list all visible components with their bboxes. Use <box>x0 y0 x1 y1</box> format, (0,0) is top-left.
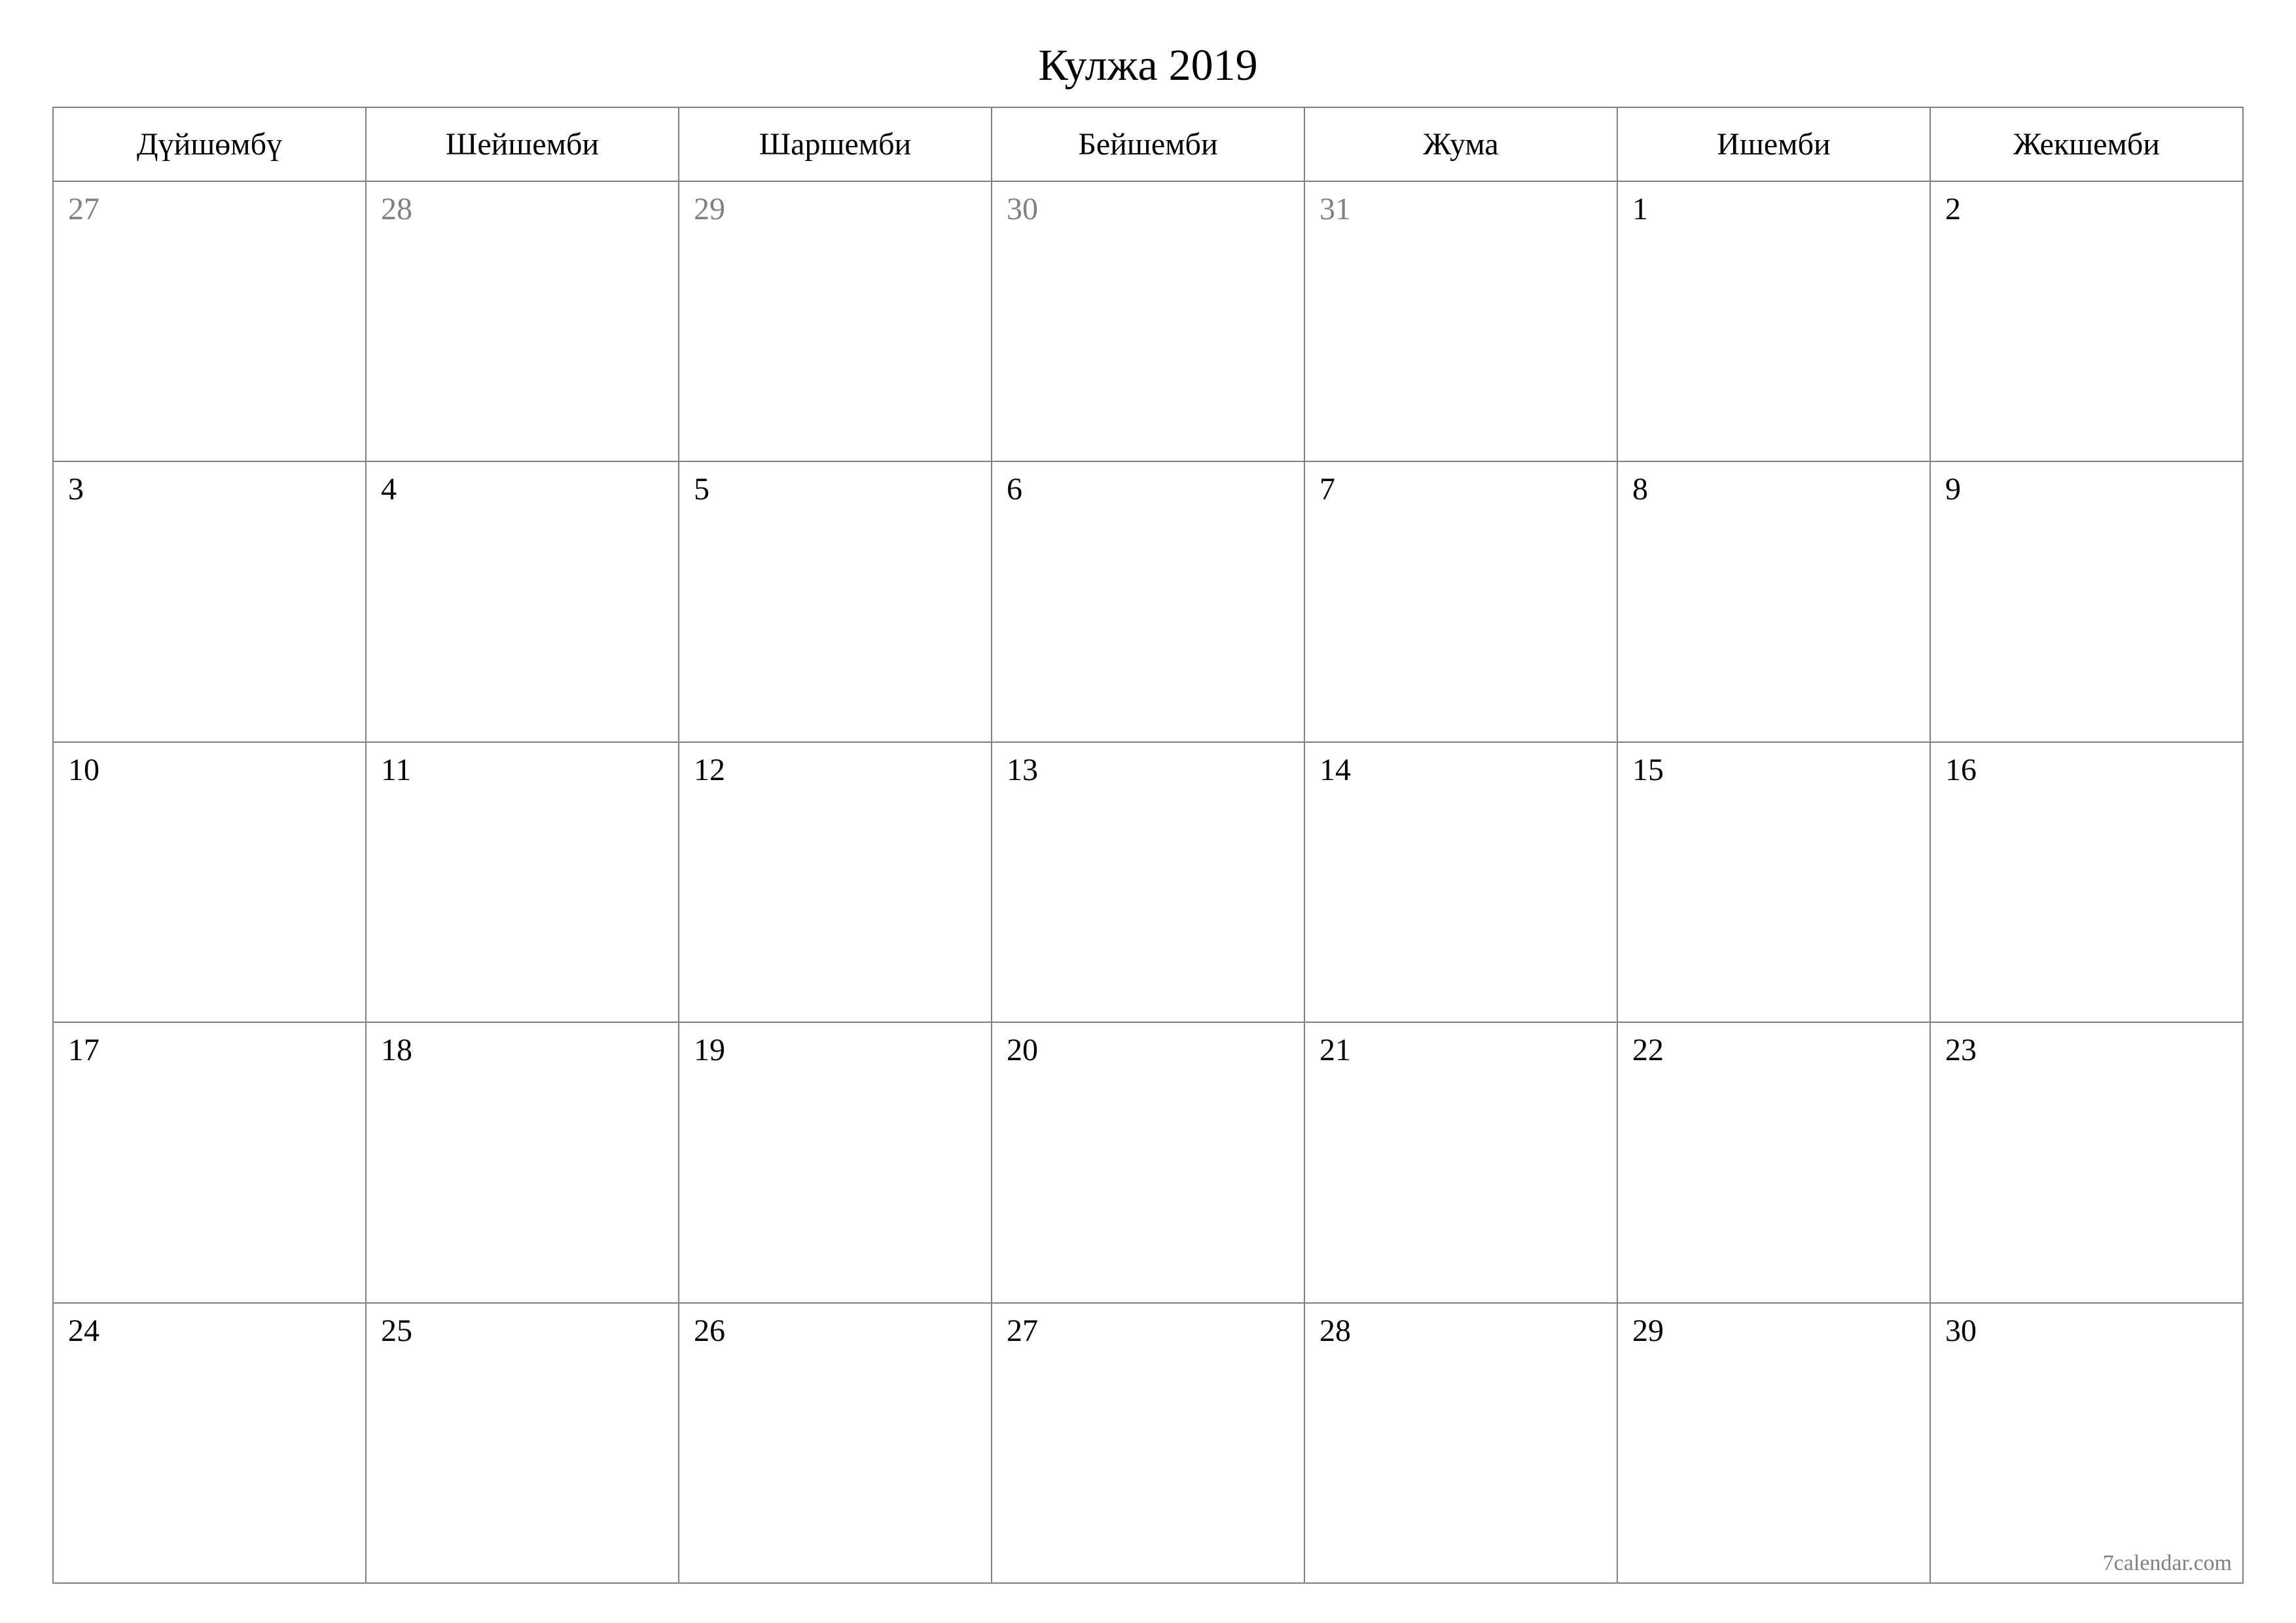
day-number: 30 <box>992 182 1304 236</box>
calendar-day-cell: 30 7calendar.com <box>1930 1303 2243 1583</box>
calendar-day-cell: 30 <box>992 181 1304 461</box>
day-number: 22 <box>1618 1023 1929 1077</box>
calendar-week-row: 3 4 5 6 7 8 9 <box>53 461 2243 741</box>
day-number: 18 <box>367 1023 678 1077</box>
calendar-day-cell: 8 <box>1617 461 1930 741</box>
calendar-day-cell: 22 <box>1617 1022 1930 1302</box>
calendar-week-row: 24 25 26 27 28 29 30 7calendar.com <box>53 1303 2243 1583</box>
weekday-header: Шаршемби <box>679 107 992 181</box>
calendar-day-cell: 14 <box>1304 742 1617 1022</box>
calendar-day-cell: 26 <box>679 1303 992 1583</box>
calendar-day-cell: 2 <box>1930 181 2243 461</box>
calendar-day-cell: 21 <box>1304 1022 1617 1302</box>
day-number: 24 <box>54 1304 365 1358</box>
calendar-day-cell: 28 <box>366 181 679 461</box>
calendar-day-cell: 3 <box>53 461 366 741</box>
day-number: 30 <box>1931 1304 2242 1358</box>
day-number: 16 <box>1931 743 2242 797</box>
day-number: 12 <box>679 743 991 797</box>
day-number: 15 <box>1618 743 1929 797</box>
footer-credit: 7calendar.com <box>2103 1551 2232 1576</box>
calendar-day-cell: 31 <box>1304 181 1617 461</box>
day-number: 14 <box>1305 743 1617 797</box>
calendar-day-cell: 4 <box>366 461 679 741</box>
weekday-header: Шейшемби <box>366 107 679 181</box>
day-number: 29 <box>679 182 991 236</box>
day-number: 5 <box>679 462 991 516</box>
calendar-day-cell: 28 <box>1304 1303 1617 1583</box>
day-number: 27 <box>992 1304 1304 1358</box>
day-number: 29 <box>1618 1304 1929 1358</box>
day-number: 20 <box>992 1023 1304 1077</box>
calendar-day-cell: 27 <box>992 1303 1304 1583</box>
calendar-day-cell: 19 <box>679 1022 992 1302</box>
day-number: 27 <box>54 182 365 236</box>
calendar-day-cell: 7 <box>1304 461 1617 741</box>
calendar-day-cell: 16 <box>1930 742 2243 1022</box>
calendar-day-cell: 23 <box>1930 1022 2243 1302</box>
calendar-day-cell: 27 <box>53 181 366 461</box>
day-number: 28 <box>367 182 678 236</box>
calendar-week-row: 17 18 19 20 21 22 23 <box>53 1022 2243 1302</box>
day-number: 8 <box>1618 462 1929 516</box>
day-number: 3 <box>54 462 365 516</box>
weekday-header: Бейшемби <box>992 107 1304 181</box>
day-number: 9 <box>1931 462 2242 516</box>
weekday-header: Жекшемби <box>1930 107 2243 181</box>
weekday-header: Ишемби <box>1617 107 1930 181</box>
calendar-body: 27 28 29 30 31 1 2 3 4 5 6 7 8 9 10 11 1… <box>53 181 2243 1583</box>
calendar-day-cell: 1 <box>1617 181 1930 461</box>
page-title: Кулжа 2019 <box>52 39 2244 91</box>
weekday-header: Дүйшөмбү <box>53 107 366 181</box>
calendar-day-cell: 18 <box>366 1022 679 1302</box>
day-number: 31 <box>1305 182 1617 236</box>
day-number: 21 <box>1305 1023 1617 1077</box>
calendar-day-cell: 20 <box>992 1022 1304 1302</box>
day-number: 23 <box>1931 1023 2242 1077</box>
calendar-day-cell: 24 <box>53 1303 366 1583</box>
day-number: 13 <box>992 743 1304 797</box>
calendar-day-cell: 29 <box>1617 1303 1930 1583</box>
calendar-day-cell: 12 <box>679 742 992 1022</box>
day-number: 2 <box>1931 182 2242 236</box>
day-number: 1 <box>1618 182 1929 236</box>
day-number: 25 <box>367 1304 678 1358</box>
calendar-day-cell: 25 <box>366 1303 679 1583</box>
day-number: 17 <box>54 1023 365 1077</box>
calendar-day-cell: 5 <box>679 461 992 741</box>
calendar-week-row: 27 28 29 30 31 1 2 <box>53 181 2243 461</box>
calendar-day-cell: 13 <box>992 742 1304 1022</box>
calendar-day-cell: 11 <box>366 742 679 1022</box>
calendar-day-cell: 6 <box>992 461 1304 741</box>
calendar-week-row: 10 11 12 13 14 15 16 <box>53 742 2243 1022</box>
calendar-day-cell: 29 <box>679 181 992 461</box>
calendar-day-cell: 9 <box>1930 461 2243 741</box>
calendar-page: Кулжа 2019 Дүйшөмбү Шейшемби Шаршемби Бе… <box>0 0 2296 1623</box>
day-number: 11 <box>367 743 678 797</box>
day-number: 28 <box>1305 1304 1617 1358</box>
day-number: 4 <box>367 462 678 516</box>
weekday-header-row: Дүйшөмбү Шейшемби Шаршемби Бейшемби Жума… <box>53 107 2243 181</box>
day-number: 10 <box>54 743 365 797</box>
day-number: 26 <box>679 1304 991 1358</box>
day-number: 19 <box>679 1023 991 1077</box>
calendar-day-cell: 17 <box>53 1022 366 1302</box>
calendar-table: Дүйшөмбү Шейшемби Шаршемби Бейшемби Жума… <box>52 107 2244 1584</box>
weekday-header: Жума <box>1304 107 1617 181</box>
day-number: 6 <box>992 462 1304 516</box>
calendar-day-cell: 15 <box>1617 742 1930 1022</box>
calendar-day-cell: 10 <box>53 742 366 1022</box>
day-number: 7 <box>1305 462 1617 516</box>
